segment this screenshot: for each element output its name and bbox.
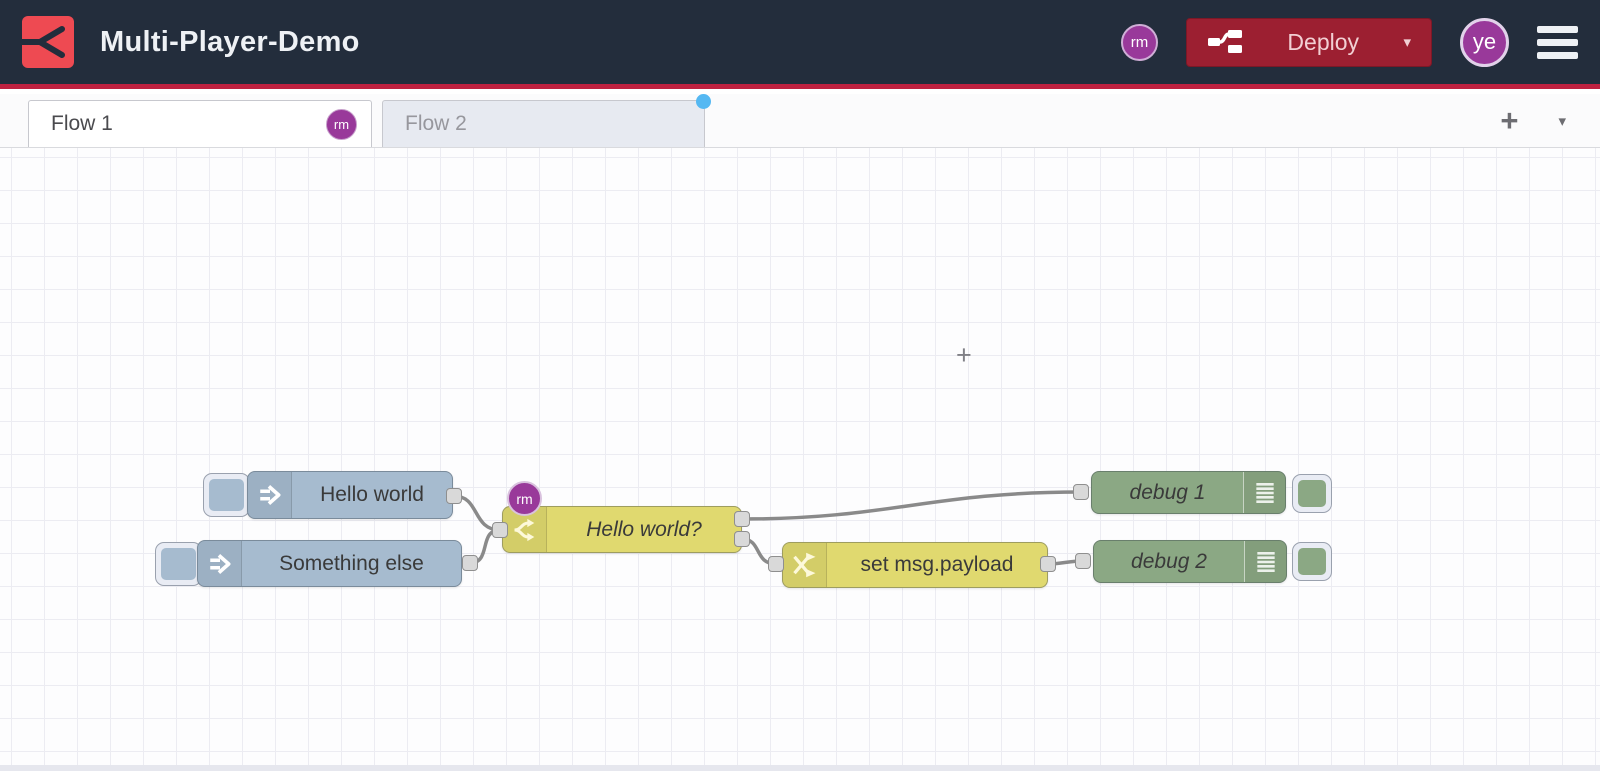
collaborator-avatar[interactable]: rm [1121,23,1158,61]
input-port[interactable] [768,556,784,572]
activity-dot [696,94,711,109]
output-port[interactable] [462,555,478,571]
node-label: debug 1 [1129,480,1206,504]
inject-arrow-icon [248,472,292,518]
node-label: Something else [279,551,424,575]
debug-node-2[interactable]: debug 2 [1093,540,1287,583]
debug-list-icon [1244,541,1286,582]
crosshair-cursor: + [956,340,972,370]
output-port[interactable] [446,488,462,504]
change-node-set-payload[interactable]: set msg.payload [782,542,1048,588]
inject-node-something-else[interactable]: Something else [197,540,462,587]
inject-button[interactable] [155,542,202,586]
flow-list-caret-icon[interactable]: ▾ [1558,112,1566,130]
tab-flow-1[interactable]: Flow 1 rm [28,100,372,147]
tab-label: Flow 2 [405,112,467,135]
add-flow-button[interactable]: + [1500,105,1518,136]
deploy-button[interactable]: Deploy ▾ [1186,17,1432,67]
wire-layer [452,490,1085,566]
node-label: Hello world? [586,517,702,541]
page-title: Multi-Player-Demo [100,25,360,58]
node-label: debug 2 [1131,549,1207,573]
debug-toggle-button[interactable] [1292,542,1332,581]
deploy-label: Deploy [1287,28,1360,55]
wire[interactable] [740,490,1083,521]
output-port[interactable] [1040,556,1056,572]
editing-user-avatar: rm [507,481,542,516]
horizontal-scrollbar[interactable] [0,765,1600,771]
inject-button[interactable] [203,473,250,517]
node-label: Hello world [320,483,424,506]
tab-bar: Flow 1 rm Flow 2 + ▾ [0,94,1600,148]
tab-flow-2[interactable]: Flow 2 [382,94,711,147]
workspace-canvas[interactable]: Hello world Something else Hello world? [0,148,1600,771]
node-label: set msg.payload [860,553,1014,576]
debug-toggle-button[interactable] [1292,474,1332,513]
change-shuffle-icon [783,543,827,587]
debug-node-1[interactable]: debug 1 [1091,471,1286,514]
deploy-caret-icon[interactable]: ▾ [1403,33,1411,51]
switch-node-hello-world[interactable]: Hello world? [502,506,742,553]
output-port-1[interactable] [734,511,750,527]
inject-node-hello-world[interactable]: Hello world [247,471,453,519]
input-port[interactable] [1075,553,1091,569]
input-port[interactable] [1073,484,1089,500]
inject-arrow-icon [198,541,242,586]
menu-icon[interactable] [1537,25,1578,59]
flowfuse-logo-icon[interactable] [22,16,74,68]
input-port[interactable] [492,522,508,538]
user-avatar[interactable]: ye [1460,17,1509,67]
tab-user-avatar: rm [326,108,357,140]
output-port-2[interactable] [734,531,750,547]
header: Multi-Player-Demo rm Deploy ▾ ye [0,0,1600,89]
deploy-icon [1208,30,1242,53]
flow-editor-window: Multi-Player-Demo rm Deploy ▾ ye Flow 1 … [0,0,1600,771]
debug-list-icon [1243,472,1285,513]
tab-label: Flow 1 [51,112,113,135]
